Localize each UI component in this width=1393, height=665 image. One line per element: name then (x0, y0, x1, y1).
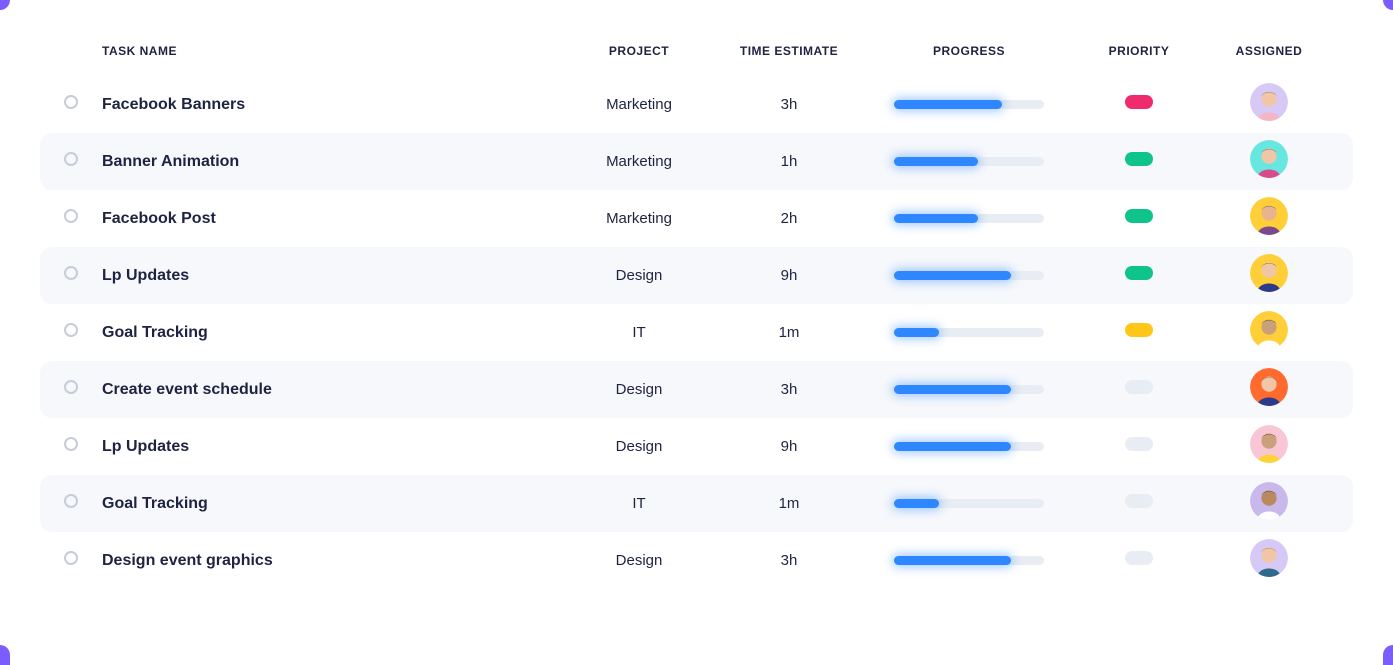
progress-fill (894, 499, 939, 508)
task-project: IT (569, 324, 709, 341)
progress-fill (894, 385, 1011, 394)
table-row[interactable]: Design event graphics Design3h (40, 532, 1353, 589)
task-name[interactable]: Banner Animation (102, 153, 239, 170)
table-row[interactable]: Create event schedule Design3h (40, 361, 1353, 418)
row-checkbox[interactable] (64, 95, 78, 109)
progress-fill (894, 214, 978, 223)
progress-bar (894, 442, 1044, 451)
priority-pill[interactable] (1125, 437, 1153, 451)
table-body: Facebook BannersMarketing3hBanner Animat… (40, 76, 1353, 589)
task-name[interactable]: Facebook Banners (102, 96, 245, 113)
priority-pill[interactable] (1125, 323, 1153, 337)
progress-bar (894, 157, 1044, 166)
task-project: Marketing (569, 153, 709, 170)
task-time-estimate: 3h (709, 552, 869, 569)
table-row[interactable]: Goal Tracking IT1m (40, 304, 1353, 361)
task-time-estimate: 3h (709, 381, 869, 398)
task-time-estimate: 1m (709, 495, 869, 512)
row-checkbox[interactable] (64, 152, 78, 166)
task-project: Design (569, 438, 709, 455)
row-checkbox[interactable] (64, 209, 78, 223)
task-name[interactable]: Lp Updates (102, 267, 189, 284)
table-row[interactable]: Lp Updates Design9h (40, 418, 1353, 475)
progress-bar (894, 499, 1044, 508)
assignee-avatar[interactable] (1250, 368, 1288, 406)
col-header-priority: PRIORITY (1069, 44, 1209, 58)
assignee-avatar[interactable] (1250, 254, 1288, 292)
priority-pill[interactable] (1125, 380, 1153, 394)
priority-pill[interactable] (1125, 95, 1153, 109)
progress-fill (894, 442, 1011, 451)
assignee-avatar[interactable] (1250, 482, 1288, 520)
col-header-task-name: TASK NAME (102, 44, 569, 58)
task-project: IT (569, 495, 709, 512)
col-header-assigned: ASSIGNED (1209, 44, 1329, 58)
progress-bar (894, 385, 1044, 394)
assignee-avatar[interactable] (1250, 197, 1288, 235)
priority-pill[interactable] (1125, 551, 1153, 565)
progress-fill (894, 328, 939, 337)
assignee-avatar[interactable] (1250, 140, 1288, 178)
table-header-row: TASK NAME PROJECT TIME ESTIMATE PROGRESS… (40, 44, 1353, 76)
col-header-time-estimate: TIME ESTIMATE (709, 44, 869, 58)
table-row[interactable]: Facebook Banners Marketing3h (40, 76, 1353, 133)
task-name[interactable]: Create event schedule (102, 381, 272, 398)
progress-fill (894, 157, 978, 166)
progress-bar (894, 271, 1044, 280)
task-name[interactable]: Goal Tracking (102, 495, 208, 512)
row-checkbox[interactable] (64, 437, 78, 451)
task-time-estimate: 1h (709, 153, 869, 170)
progress-bar (894, 214, 1044, 223)
table-row[interactable]: Goal Tracking IT1m (40, 475, 1353, 532)
task-project: Design (569, 552, 709, 569)
assignee-avatar[interactable] (1250, 425, 1288, 463)
row-checkbox[interactable] (64, 323, 78, 337)
assignee-avatar[interactable] (1250, 311, 1288, 349)
priority-pill[interactable] (1125, 209, 1153, 223)
col-header-progress: PROGRESS (869, 44, 1069, 58)
task-name[interactable]: Facebook Post (102, 210, 216, 227)
progress-bar (894, 556, 1044, 565)
task-name[interactable]: Goal Tracking (102, 324, 208, 341)
progress-bar (894, 100, 1044, 109)
task-time-estimate: 1m (709, 324, 869, 341)
task-time-estimate: 3h (709, 96, 869, 113)
assignee-avatar[interactable] (1250, 539, 1288, 577)
task-time-estimate: 2h (709, 210, 869, 227)
row-checkbox[interactable] (64, 494, 78, 508)
row-checkbox[interactable] (64, 551, 78, 565)
row-checkbox[interactable] (64, 266, 78, 280)
table-row[interactable]: Lp Updates Design9h (40, 247, 1353, 304)
assignee-avatar[interactable] (1250, 83, 1288, 121)
task-name[interactable]: Lp Updates (102, 438, 189, 455)
progress-fill (894, 556, 1011, 565)
task-time-estimate: 9h (709, 438, 869, 455)
task-name[interactable]: Design event graphics (102, 552, 273, 569)
table-row[interactable]: Banner Animation Marketing1h (40, 133, 1353, 190)
task-project: Marketing (569, 210, 709, 227)
progress-fill (894, 100, 1002, 109)
progress-bar (894, 328, 1044, 337)
col-header-project: PROJECT (569, 44, 709, 58)
task-project: Marketing (569, 96, 709, 113)
row-checkbox[interactable] (64, 380, 78, 394)
table-row[interactable]: Facebook Post Marketing2h (40, 190, 1353, 247)
priority-pill[interactable] (1125, 266, 1153, 280)
progress-fill (894, 271, 1011, 280)
task-project: Design (569, 381, 709, 398)
task-table: TASK NAME PROJECT TIME ESTIMATE PROGRESS… (0, 0, 1393, 589)
task-project: Design (569, 267, 709, 284)
task-time-estimate: 9h (709, 267, 869, 284)
priority-pill[interactable] (1125, 494, 1153, 508)
priority-pill[interactable] (1125, 152, 1153, 166)
